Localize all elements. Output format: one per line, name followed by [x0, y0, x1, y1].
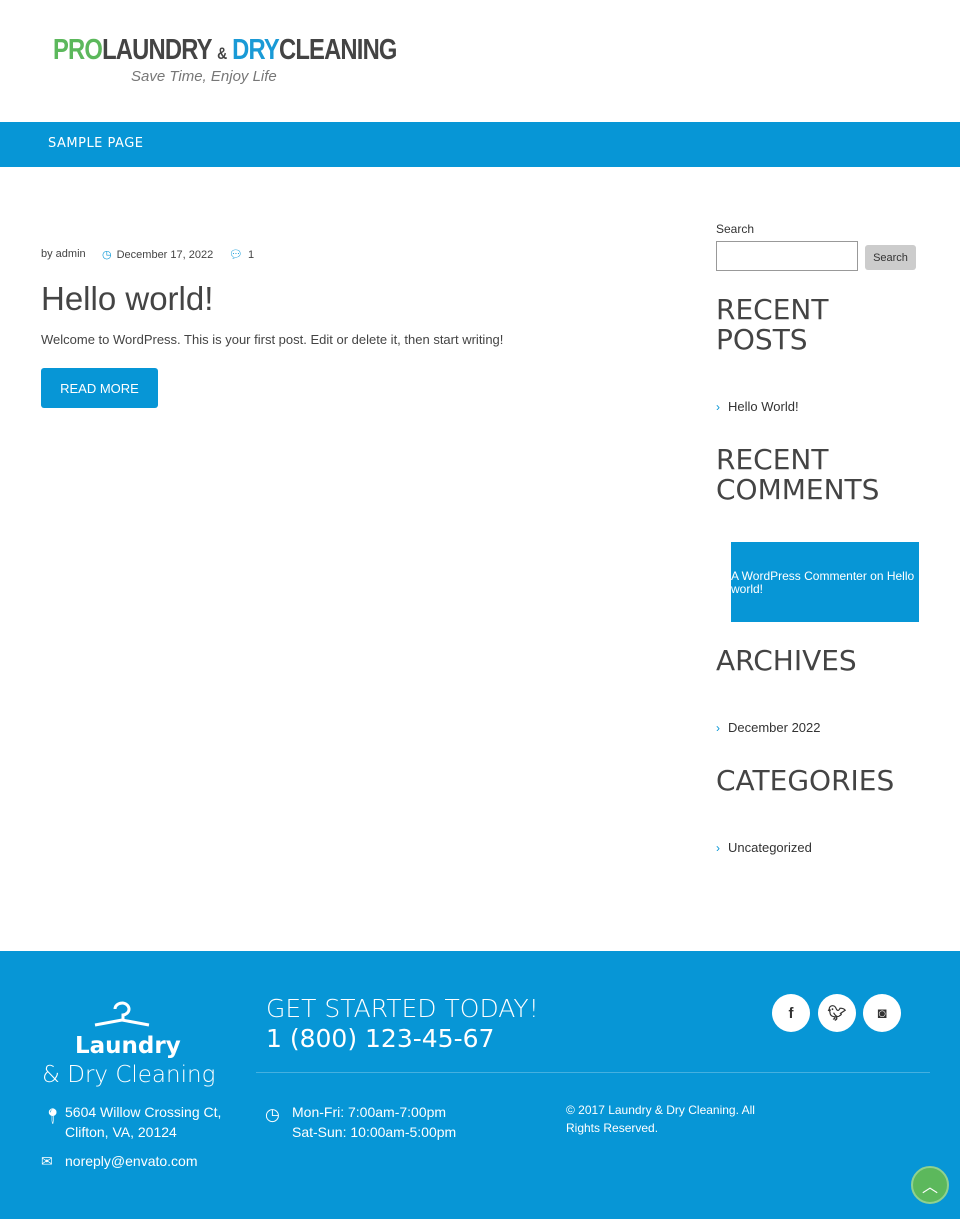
- footer: Laundry & Dry Cleaning GET STARTED TODAY…: [0, 951, 960, 1219]
- address-line2: Clifton, VA, 20124: [65, 1124, 177, 1140]
- archive-item[interactable]: › December 2022: [716, 720, 821, 735]
- address-line1: 5604 Willow Crossing Ct,: [65, 1104, 222, 1120]
- site-logo[interactable]: PROLAUNDRY & DRYCLEANING Save Time, Enjo…: [53, 34, 472, 85]
- footer-divider: [256, 1072, 930, 1073]
- footer-logo-line1: Laundry: [75, 1033, 181, 1059]
- logo-cleaning: CLEANING: [278, 34, 397, 66]
- recent-comments-title: RECENT COMMENTS: [716, 443, 880, 506]
- category-item[interactable]: › Uncategorized: [716, 840, 812, 855]
- location-pin-icon: 📍︎: [43, 1108, 63, 1125]
- footer-logo-line2: & Dry Cleaning: [42, 1062, 216, 1088]
- logo-dry: DRY: [232, 34, 280, 66]
- logo-pro: PRO: [53, 34, 103, 66]
- search-input[interactable]: [716, 241, 858, 271]
- logo-tagline: Save Time, Enjoy Life: [131, 68, 277, 85]
- post-date[interactable]: ◷ December 17, 2022: [102, 248, 214, 262]
- logo-amp: &: [217, 44, 227, 63]
- hanger-icon: [93, 1001, 151, 1027]
- post-author[interactable]: by admin: [41, 248, 86, 260]
- copyright: © 2017 Laundry & Dry Cleaning. All Right…: [566, 1103, 755, 1135]
- hours-weekday: Mon-Fri: 7:00am-7:00pm: [292, 1104, 447, 1120]
- post-title[interactable]: Hello world!: [41, 280, 213, 318]
- chevron-up-icon: ︿: [921, 1179, 938, 1196]
- category-label: Uncategorized: [728, 840, 812, 855]
- address: 5604 Willow Crossing Ct, Clifton, VA, 201…: [65, 1102, 221, 1142]
- categories-title: CATEGORIES: [716, 764, 895, 797]
- search-button[interactable]: Search: [865, 245, 916, 270]
- cta-heading: GET STARTED TODAY!: [266, 994, 539, 1023]
- phone-number[interactable]: 1 (800) 123-45-67: [266, 1024, 494, 1053]
- envelope-icon: ✉: [41, 1153, 53, 1169]
- clock-icon: ◷: [265, 1105, 280, 1124]
- post-excerpt: Welcome to WordPress. This is your first…: [41, 332, 504, 347]
- search-label: Search: [716, 222, 755, 236]
- comment-icon: 💬︎: [229, 249, 243, 261]
- logo-laundry: LAUNDRY: [102, 34, 212, 66]
- facebook-icon[interactable]: f: [772, 994, 810, 1032]
- twitter-icon[interactable]: 🐦︎: [818, 994, 856, 1032]
- main-nav: SAMPLE PAGE: [0, 122, 960, 167]
- scroll-to-top-button[interactable]: ︿: [911, 1166, 949, 1204]
- recent-posts-title: RECENT POSTS: [716, 293, 829, 356]
- clock-icon: ◷: [102, 249, 112, 261]
- read-more-button[interactable]: READ MORE: [41, 368, 158, 408]
- recent-post-label: Hello World!: [728, 399, 799, 414]
- recent-post-item[interactable]: › Hello World!: [716, 399, 799, 414]
- recent-comment-item[interactable]: A WordPress Commenter on Hello world!: [731, 542, 919, 622]
- instagram-icon[interactable]: ◙: [863, 994, 901, 1032]
- opening-hours: Mon-Fri: 7:00am-7:00pm Sat-Sun: 10:00am-5…: [292, 1102, 456, 1142]
- post-comments[interactable]: 💬︎ 1: [229, 248, 255, 262]
- nav-sample-page[interactable]: SAMPLE PAGE: [48, 136, 144, 151]
- comment-count: 1: [247, 248, 255, 261]
- archives-title: ARCHIVES: [716, 644, 857, 677]
- hours-weekend: Sat-Sun: 10:00am-5:00pm: [292, 1124, 457, 1140]
- chevron-right-icon: ›: [716, 720, 720, 735]
- email-link[interactable]: noreply@envato.com: [65, 1153, 198, 1169]
- archive-label: December 2022: [728, 720, 821, 735]
- chevron-right-icon: ›: [716, 399, 720, 414]
- chevron-right-icon: ›: [716, 840, 720, 855]
- post-date-text: December 17, 2022: [116, 248, 214, 261]
